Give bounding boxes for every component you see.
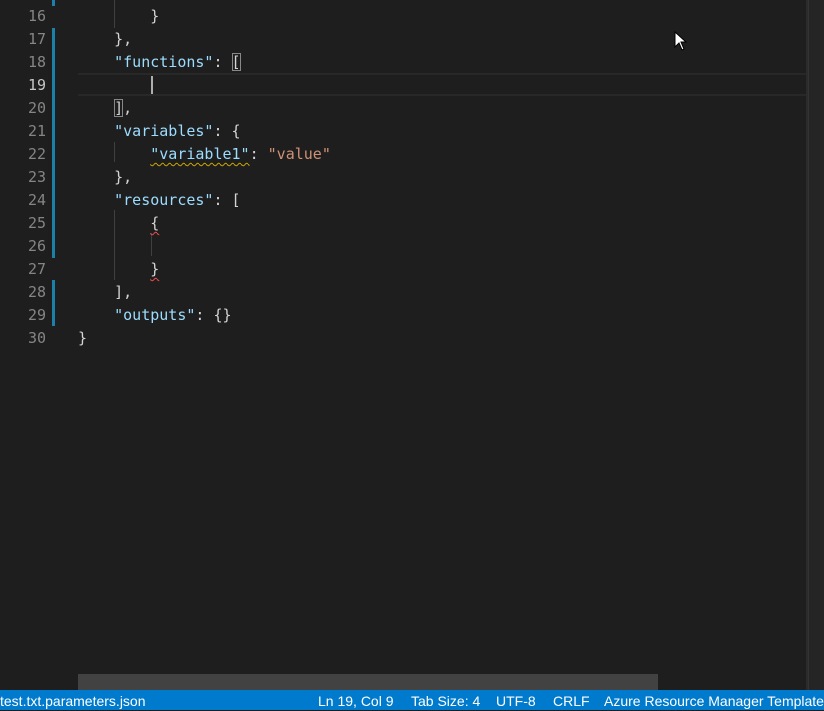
code-token: ], [78,283,133,301]
line-code: }, [78,166,132,189]
line-code: } [78,258,159,281]
line-number: 29 [27,306,46,324]
code-token: : { [213,122,241,140]
line-number: 17 [27,30,46,48]
code-token: } [150,260,160,278]
line-code: "outputs": {} [78,304,232,327]
code-line[interactable]: 25 { [0,212,808,235]
line-number: 25 [27,214,46,232]
code-line[interactable]: 24 "resources": [ [0,189,808,212]
code-token: "variables" [114,122,214,140]
status-encoding[interactable]: UTF-8 [496,691,536,711]
code-token: { [150,214,160,232]
line-code: "variables": { [78,120,241,143]
overview-ruler[interactable] [808,0,824,690]
code-line[interactable]: 18 "functions": [ [0,51,808,74]
code-line[interactable]: 22 "variable1": "value" [0,143,808,166]
line-code: { [78,212,159,235]
status-line-ending[interactable]: CRLF [553,691,590,711]
line-code: ], [78,281,132,304]
line-code: }, [78,28,132,51]
code-token: } [78,329,88,347]
code-line[interactable]: 16 } [0,5,808,28]
code-line[interactable]: 27 } [0,258,808,281]
line-code: } [78,5,159,28]
line-number: 19 [27,76,46,94]
code-line[interactable]: 23 }, [0,166,808,189]
line-number: 22 [27,145,46,163]
code-line[interactable]: 20 ], [0,97,808,120]
line-number: 27 [27,260,46,278]
code-token: [ [231,53,241,71]
line-number: 28 [27,283,46,301]
code-editor[interactable]: 16 } 17 }, 18 "functions": [19 20 ], 21 "var… [0,0,808,690]
code-token: "outputs" [114,306,196,324]
code-token: "variable1" [150,145,250,163]
code-line[interactable]: 19 [0,74,808,97]
code-token: }, [78,30,133,48]
code-token: "resources" [114,191,214,209]
code-line[interactable]: 30} [0,327,808,350]
line-number: 30 [27,329,46,347]
code-line[interactable]: 21 "variables": { [0,120,808,143]
status-language-mode[interactable]: Azure Resource Manager Template [604,691,824,711]
line-number: 18 [27,53,46,71]
status-tab-size[interactable]: Tab Size: 4 [411,691,480,711]
status-cursor-position[interactable]: Ln 19, Col 9 [318,691,394,711]
line-code: "resources": [ [78,189,241,212]
code-token: ] [114,99,124,117]
line-number: 20 [27,99,46,117]
code-token: "value" [267,145,331,163]
status-filename[interactable]: test.txt.parameters.json [0,691,146,711]
code-line[interactable]: 26 [0,235,808,258]
line-code: "functions": [ [78,51,241,74]
line-number: 16 [27,7,46,25]
code-token: , [123,99,133,117]
code-token: "functions" [114,53,214,71]
line-number: 26 [27,237,46,255]
line-number: 23 [27,168,46,186]
status-bar: test.txt.parameters.json Ln 19, Col 9 Ta… [0,690,824,710]
text-cursor [151,76,153,94]
code-token: : [213,53,232,71]
line-number: 21 [27,122,46,140]
code-line[interactable]: 29 "outputs": {} [0,304,808,327]
code-line[interactable]: 28 ], [0,281,808,304]
code-token: : [249,145,268,163]
line-code: ], [78,97,132,120]
horizontal-scrollbar-thumb[interactable] [78,674,658,690]
code-token: } [78,7,160,25]
line-number: 24 [27,191,46,209]
line-code: "variable1": "value" [78,143,331,166]
line-code: } [78,327,87,350]
code-token: : {} [195,306,232,324]
mouse-pointer-icon [674,31,688,51]
code-token: }, [78,168,133,186]
code-token: : [ [213,191,241,209]
